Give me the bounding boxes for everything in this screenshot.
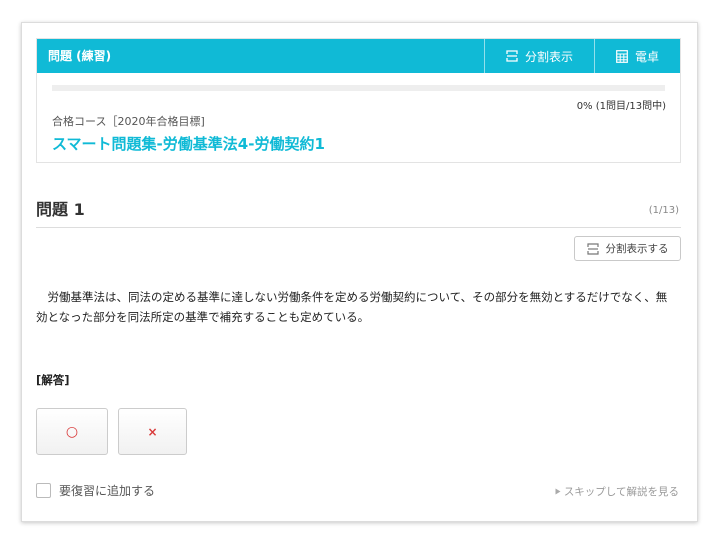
caret-right-icon (555, 488, 561, 495)
answer-label: [解答] (36, 373, 70, 387)
split-view-icon (506, 50, 518, 62)
split-view-label: 分割表示 (524, 49, 573, 64)
split-view-button[interactable]: 分割表示 (484, 39, 594, 73)
question-heading: 問題 1 (36, 200, 85, 219)
quiz-card: 問題 (練習) 分割表示 電卓 0% (1問目/13問中) 合格コース［2020… (21, 22, 698, 522)
header-title: 問題 (練習) (48, 49, 112, 63)
calculator-icon (616, 49, 628, 63)
progress-bar (52, 85, 665, 91)
calculator-button[interactable]: 電卓 (594, 39, 680, 73)
circle-mark-icon: ○ (65, 423, 79, 440)
split-view-icon (586, 242, 599, 255)
question-counter: (1/13) (648, 205, 679, 216)
add-to-review-checkbox[interactable]: 要復習に追加する (36, 482, 155, 499)
split-display-label: 分割表示する (605, 243, 669, 255)
calculator-label: 電卓 (634, 49, 659, 64)
course-title: スマート問題集-労働基準法4-労働契約1 (52, 135, 325, 153)
divider (36, 227, 681, 228)
question-text: 労働基準法は、同法の定める基準に達しない労働条件を定める労働契約について、その部… (36, 290, 668, 324)
cross-mark-icon: × (147, 424, 158, 439)
progress-text: 0% (1問目/13問中) (576, 101, 666, 112)
header-bar: 問題 (練習) 分割表示 電卓 (37, 39, 680, 73)
skip-label: スキップして解説を見る (563, 486, 679, 498)
answer-incorrect-button[interactable]: × (118, 408, 187, 455)
answer-correct-button[interactable]: ○ (36, 408, 108, 455)
review-label: 要復習に追加する (59, 484, 156, 498)
split-display-button[interactable]: 分割表示する (574, 236, 681, 261)
checkbox-box[interactable] (36, 483, 51, 498)
course-label: 合格コース［2020年合格目標] (52, 115, 205, 128)
course-info-panel: 問題 (練習) 分割表示 電卓 0% (1問目/13問中) 合格コース［2020… (36, 38, 681, 163)
skip-link[interactable]: スキップして解説を見る (555, 484, 679, 499)
